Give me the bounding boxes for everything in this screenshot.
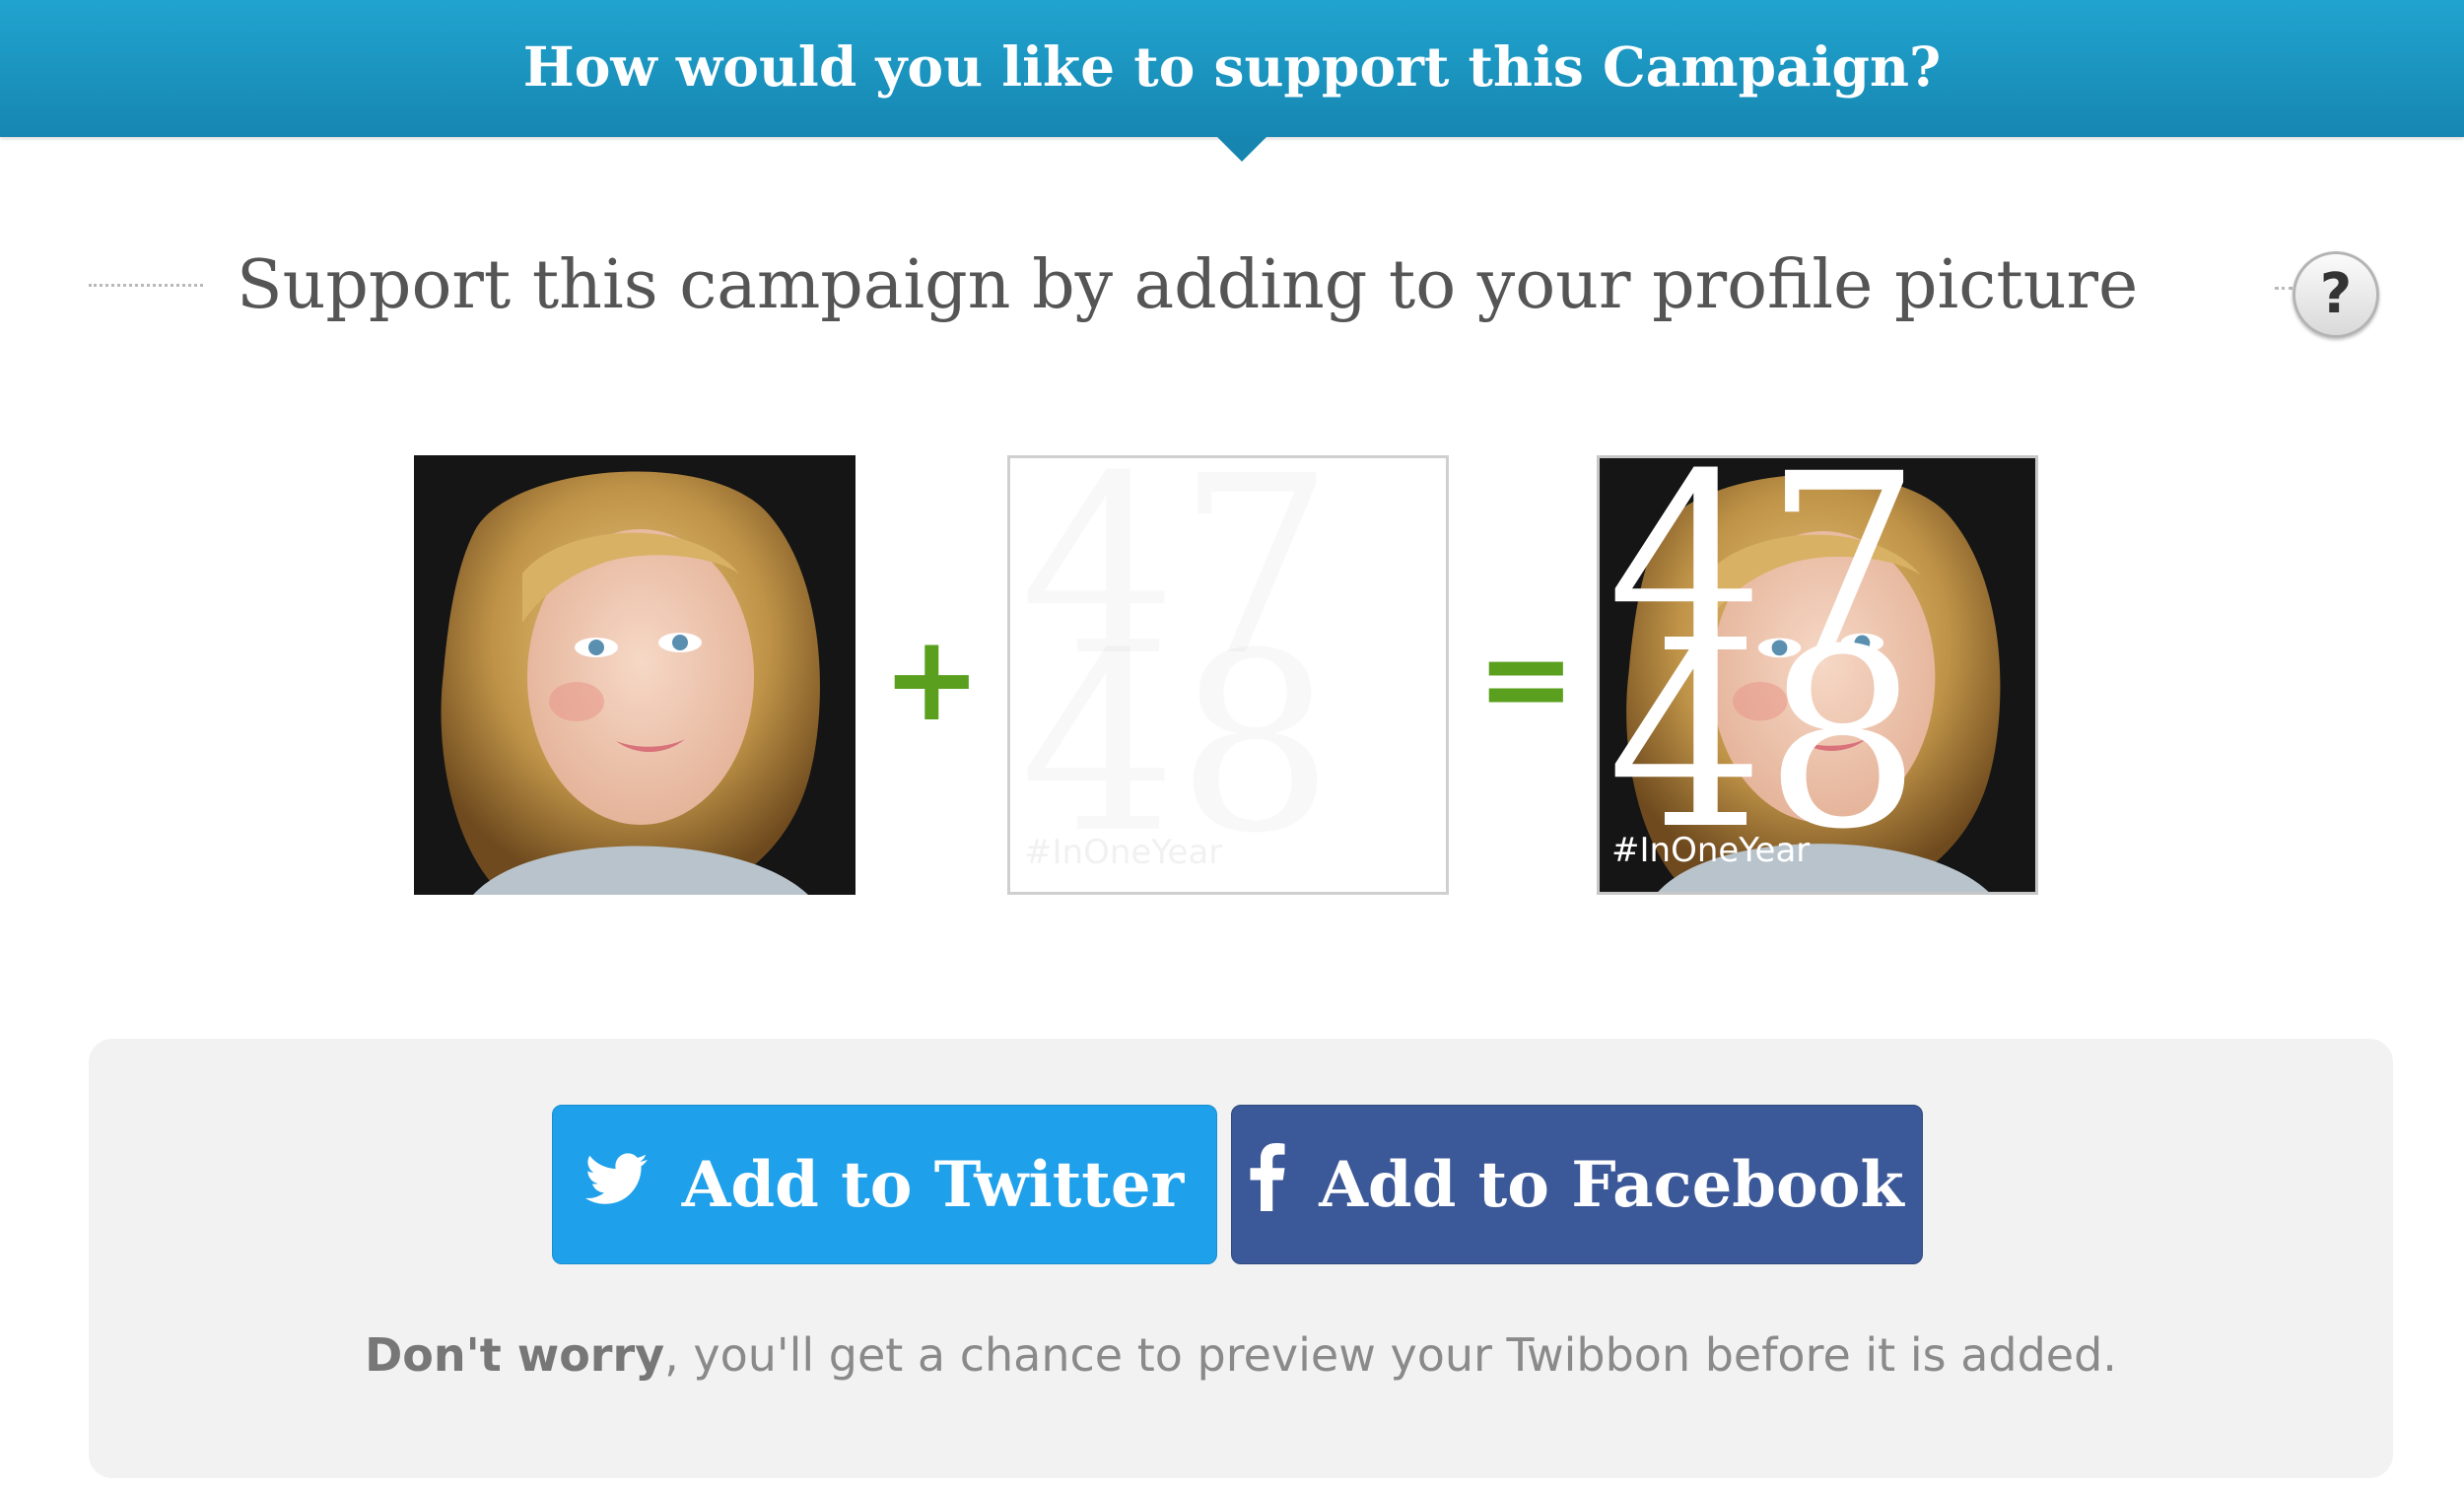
profile-photo bbox=[414, 455, 856, 895]
facebook-f-icon bbox=[1250, 1142, 1285, 1227]
heading-divider bbox=[89, 284, 203, 287]
result-hashtag: #InOneYear bbox=[1611, 831, 1811, 870]
preview-note: Don't worry, you'll get a chance to prev… bbox=[89, 1321, 2393, 1389]
banner-pointer bbox=[1216, 136, 1267, 162]
twitter-bird-icon bbox=[584, 1148, 649, 1222]
result-number-bottom: 48 bbox=[1608, 596, 1922, 883]
section-heading: Support this campaign by adding to your … bbox=[237, 246, 2139, 324]
preview-note-emphasis: Don't worry bbox=[365, 1328, 665, 1382]
overlay-hashtag: #InOneYear bbox=[1024, 833, 1223, 872]
preview-note-text: , you'll get a chance to preview your Tw… bbox=[664, 1328, 2117, 1382]
result-preview: 47 48 #InOneYear bbox=[1597, 455, 2038, 895]
facebook-button-label: Add to Facebook bbox=[1319, 1147, 1904, 1222]
add-to-twitter-button[interactable]: Add to Twitter bbox=[552, 1105, 1217, 1264]
equals-icon: = bbox=[1476, 611, 1576, 748]
help-connector bbox=[2275, 287, 2293, 290]
add-to-facebook-button[interactable]: Add to Facebook bbox=[1231, 1105, 1923, 1264]
help-button[interactable]: ? bbox=[2293, 251, 2379, 338]
campaign-banner: How would you like to support this Campa… bbox=[0, 0, 2464, 137]
overlay-number-bottom: 48 bbox=[1020, 600, 1335, 887]
plus-icon: + bbox=[882, 611, 982, 748]
twitter-button-label: Add to Twitter bbox=[681, 1147, 1185, 1222]
profile-photo-image bbox=[414, 455, 856, 895]
banner-title: How would you like to support this Campa… bbox=[522, 34, 1942, 99]
twibbon-overlay-preview[interactable]: 47 48 #InOneYear bbox=[1007, 455, 1449, 895]
